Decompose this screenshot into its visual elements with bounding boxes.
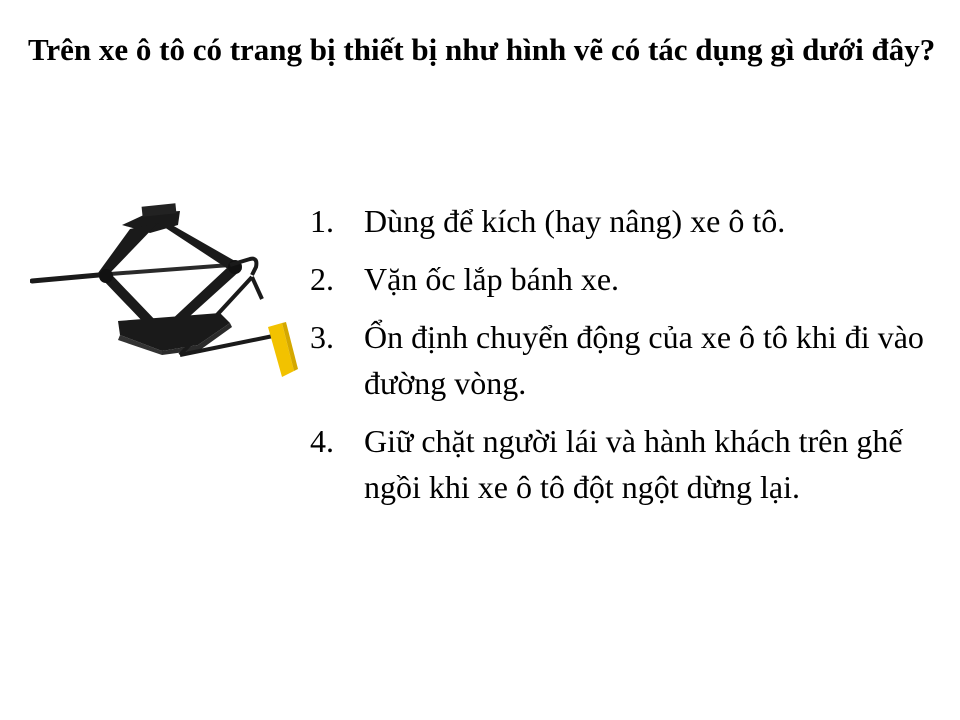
answer-text: Vặn ốc lắp bánh xe. xyxy=(364,261,620,297)
answer-list: 1. Dùng để kích (hay nâng) xe ô tô. 2. V… xyxy=(310,198,940,522)
answer-number: 3. xyxy=(310,319,334,355)
answer-option-3[interactable]: 3. Ổn định chuyển động của xe ô tô khi đ… xyxy=(310,314,940,406)
answer-number: 4. xyxy=(310,423,334,459)
car-jack-figure xyxy=(29,195,300,385)
answer-number: 2. xyxy=(310,261,334,297)
answer-number: 1. xyxy=(310,203,334,239)
answer-option-2[interactable]: 2. Vặn ốc lắp bánh xe. xyxy=(310,256,940,302)
answer-option-4[interactable]: 4. Giữ chặt người lái và hành khách trên… xyxy=(310,418,940,510)
car-scissor-jack-icon xyxy=(29,203,298,377)
answer-text: Ổn định chuyển động của xe ô tô khi đi v… xyxy=(364,319,924,401)
answer-option-1[interactable]: 1. Dùng để kích (hay nâng) xe ô tô. xyxy=(310,198,940,244)
answer-text: Dùng để kích (hay nâng) xe ô tô. xyxy=(364,203,786,239)
question-text: Trên xe ô tô có trang bị thiết bị như hì… xyxy=(28,32,936,67)
answer-text: Giữ chặt người lái và hành khách trên gh… xyxy=(364,423,903,505)
